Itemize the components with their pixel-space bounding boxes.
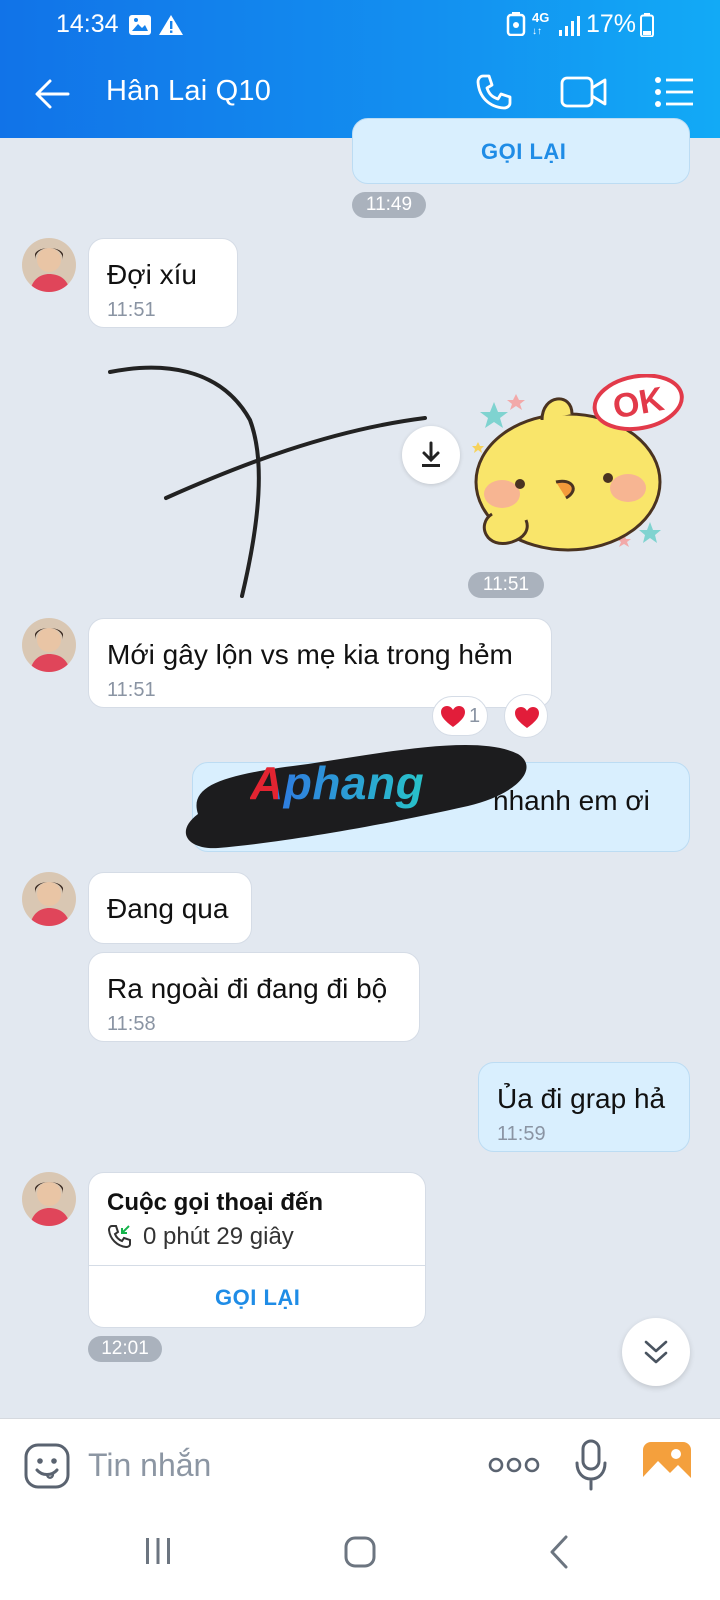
warning-icon	[158, 14, 184, 43]
ok-chick-sticker[interactable]: OK	[472, 373, 688, 564]
divider	[89, 1265, 425, 1266]
chat-area[interactable]: GỌI LẠI 11:49 Đợi xíu 11:51 OK 11:51 Mới…	[0, 118, 720, 1418]
home-icon[interactable]	[344, 1536, 376, 1573]
status-time: 14:34	[56, 10, 119, 38]
back-arrow-icon[interactable]	[34, 76, 70, 112]
watermark: Aphang	[250, 757, 425, 809]
time-pill: 11:49	[352, 192, 426, 218]
message-time: 11:51	[107, 299, 156, 321]
time-pill: 11:51	[468, 572, 544, 598]
emoji-icon[interactable]	[24, 1443, 70, 1494]
message-bubble[interactable]: Ra ngoài đi đang đi bộ 11:58	[88, 952, 420, 1042]
message-text: Đang qua	[107, 893, 229, 924]
call-back-button[interactable]: GỌI LẠI	[215, 1285, 300, 1311]
call-card[interactable]: Cuộc gọi thoại đến 0 phút 29 giây GỌI LẠ…	[88, 1172, 426, 1328]
time-pill: 12:01	[88, 1336, 162, 1362]
microphone-icon[interactable]	[574, 1439, 608, 1496]
message-input-bar: Tin nhắn	[0, 1418, 720, 1514]
message-input[interactable]: Tin nhắn	[88, 1447, 211, 1484]
phone-call-icon[interactable]	[474, 72, 514, 117]
more-options-icon[interactable]	[488, 1455, 540, 1480]
message-bubble[interactable]: Đang qua	[88, 872, 252, 944]
system-nav-bar	[0, 1514, 720, 1600]
message-bubble-mine[interactable]: Ủa đi grap hả 11:59	[478, 1062, 690, 1152]
message-time: 11:58	[107, 1013, 156, 1035]
signal-icon	[558, 14, 580, 43]
double-chevron-down-icon	[644, 1340, 668, 1364]
battery-percent: 17%	[586, 10, 637, 38]
image-notification-icon	[128, 14, 152, 43]
download-icon	[422, 441, 440, 467]
message-bubble[interactable]: Đợi xíu 11:51	[88, 238, 238, 328]
partial-call-bubble: GỌI LẠI	[352, 118, 690, 184]
menu-list-icon[interactable]	[654, 76, 694, 113]
avatar[interactable]	[22, 1172, 76, 1226]
call-duration: 0 phút 29 giây	[143, 1223, 294, 1250]
message-bubble[interactable]: Mới gây lộn vs mẹ kia trong hẻm 11:51	[88, 618, 552, 708]
message-text: Ủa đi grap hả	[497, 1083, 666, 1114]
contact-name[interactable]: Hân Lai Q10	[106, 75, 271, 108]
back-nav-icon[interactable]	[548, 1534, 570, 1575]
message-text: Mới gây lộn vs mẹ kia trong hẻm	[107, 639, 513, 670]
call-title: Cuộc gọi thoại đến	[107, 1189, 323, 1216]
status-bar: 14:34 4G ↓↑ 17%	[0, 0, 720, 48]
network-type: 4G ↓↑	[532, 10, 550, 37]
message-text: Ra ngoài đi đang đi bộ	[107, 973, 388, 1004]
message-text: Đợi xíu	[107, 259, 197, 290]
gallery-image-icon[interactable]	[642, 1441, 692, 1492]
download-button[interactable]	[402, 426, 460, 484]
scroll-down-button[interactable]	[622, 1318, 690, 1386]
recent-apps-icon[interactable]	[144, 1536, 172, 1571]
avatar[interactable]	[22, 872, 76, 926]
avatar[interactable]	[22, 618, 76, 672]
drawing-image[interactable]	[100, 360, 430, 600]
battery-icon	[640, 13, 654, 44]
data-saver-icon	[506, 12, 526, 43]
call-back-button-top[interactable]: GỌI LẠI	[481, 139, 566, 165]
message-time: 11:51	[107, 679, 156, 701]
avatar[interactable]	[22, 238, 76, 292]
message-time: 11:59	[497, 1123, 546, 1145]
video-call-icon[interactable]	[560, 74, 608, 115]
incoming-call-icon	[107, 1223, 133, 1254]
